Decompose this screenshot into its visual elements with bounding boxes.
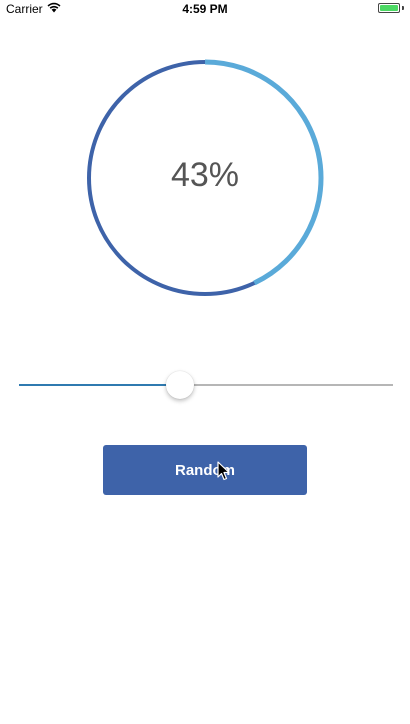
random-button[interactable]: Random	[103, 445, 307, 495]
circular-progress: 43%	[85, 58, 325, 298]
battery-icon	[378, 3, 404, 13]
arrow-cursor-icon	[217, 461, 230, 481]
status-time: 4:59 PM	[182, 2, 228, 16]
slider-min-track	[19, 384, 180, 386]
status-bar: Carrier 4:59 PM	[0, 0, 410, 18]
progress-percentage: 43%	[170, 156, 240, 194]
slider-thumb[interactable]	[166, 371, 194, 399]
battery-body	[378, 3, 400, 13]
slider-max-track	[180, 384, 393, 386]
progress-slider[interactable]	[19, 370, 393, 400]
battery-fill	[380, 5, 398, 11]
battery-tip	[402, 6, 404, 10]
